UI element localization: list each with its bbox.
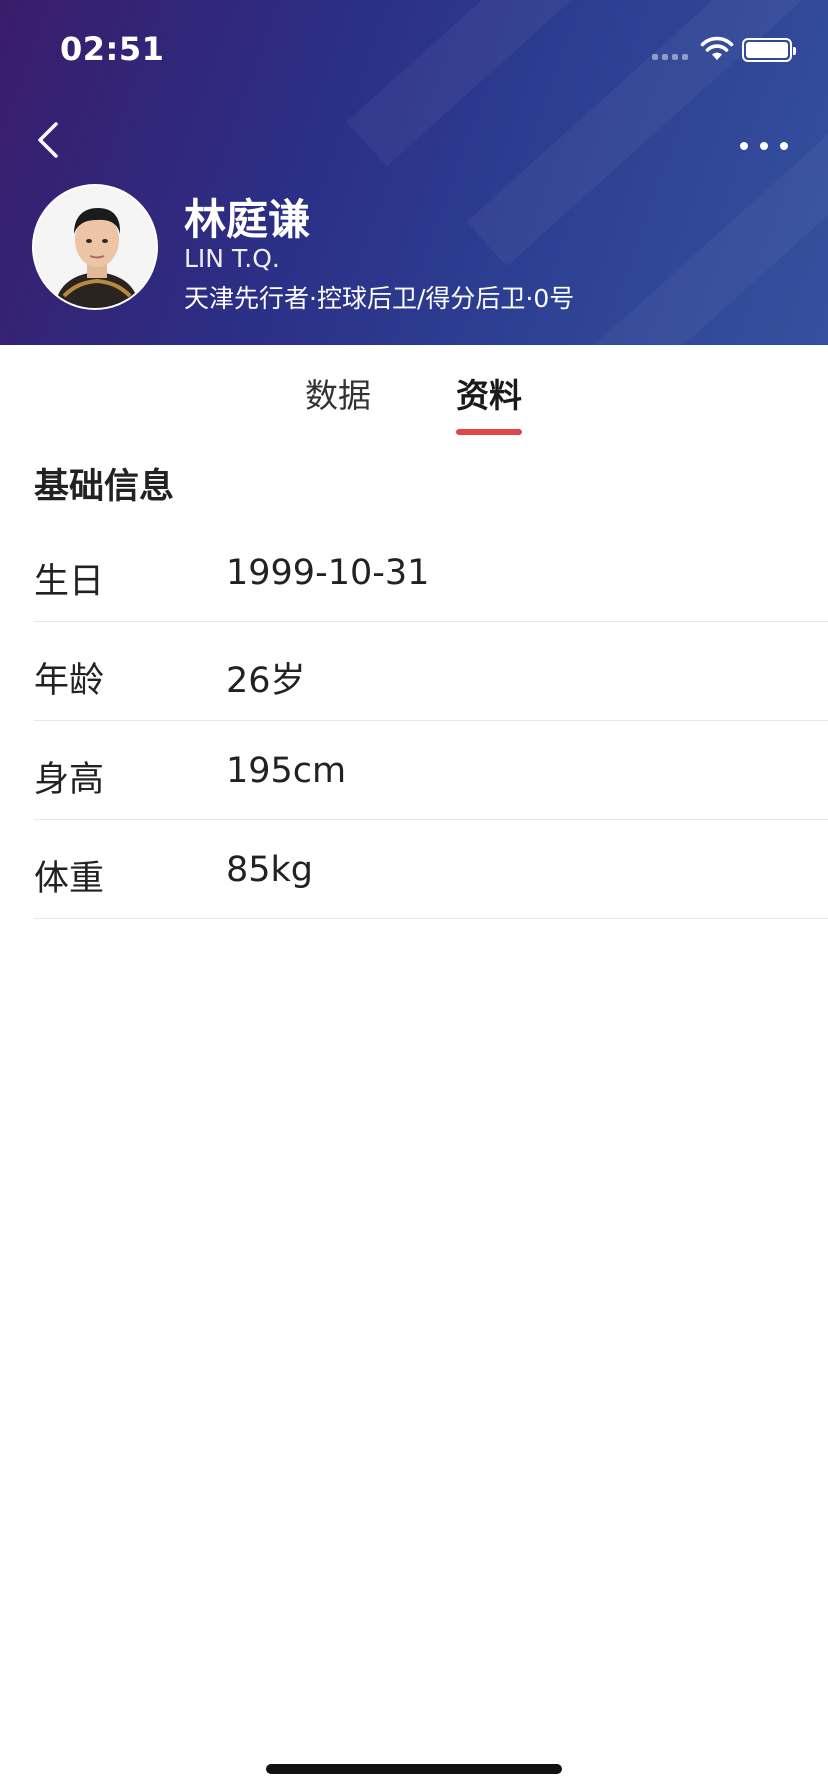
chevron-left-icon (38, 122, 58, 158)
info-value: 195cm (226, 751, 347, 791)
player-name-english: LIN T.Q. (184, 244, 280, 273)
cellular-signal-icon (652, 54, 688, 60)
info-value: 26岁 (226, 661, 306, 701)
battery-icon (742, 38, 796, 62)
info-label: 身高 (34, 760, 105, 800)
back-button[interactable] (28, 112, 78, 168)
status-time: 02:51 (60, 30, 165, 68)
info-row-age: 年龄 26岁 (34, 622, 828, 721)
player-team-position: 天津先行者·控球后卫/得分后卫·0号 (184, 284, 575, 313)
wifi-icon (700, 36, 734, 60)
info-label: 体重 (34, 859, 105, 899)
tab-stats[interactable]: 数据 (305, 369, 371, 417)
home-indicator[interactable] (266, 1764, 562, 1774)
tab-active-indicator (456, 429, 522, 435)
section-title: 基础信息 (34, 467, 175, 507)
info-label: 生日 (34, 562, 105, 602)
more-horizontal-icon (740, 142, 748, 150)
info-row-weight: 体重 85kg (34, 820, 828, 919)
info-value: 85kg (226, 850, 314, 890)
player-avatar (32, 184, 158, 310)
info-value: 1999-10-31 (226, 553, 430, 593)
tab-profile[interactable]: 资料 (456, 369, 522, 417)
info-row-height: 身高 195cm (34, 721, 828, 820)
info-row-birthday: 生日 1999-10-31 (34, 523, 828, 622)
player-photo (34, 186, 156, 308)
tab-bar: 数据 资料 (0, 345, 828, 435)
player-header: 02:51 林庭谦 LIN T.Q. 天津先行者·控球后卫/得分后卫·0号 (0, 0, 828, 345)
info-label: 年龄 (34, 661, 105, 701)
player-name: 林庭谦 (184, 195, 311, 244)
more-button[interactable] (736, 126, 792, 166)
